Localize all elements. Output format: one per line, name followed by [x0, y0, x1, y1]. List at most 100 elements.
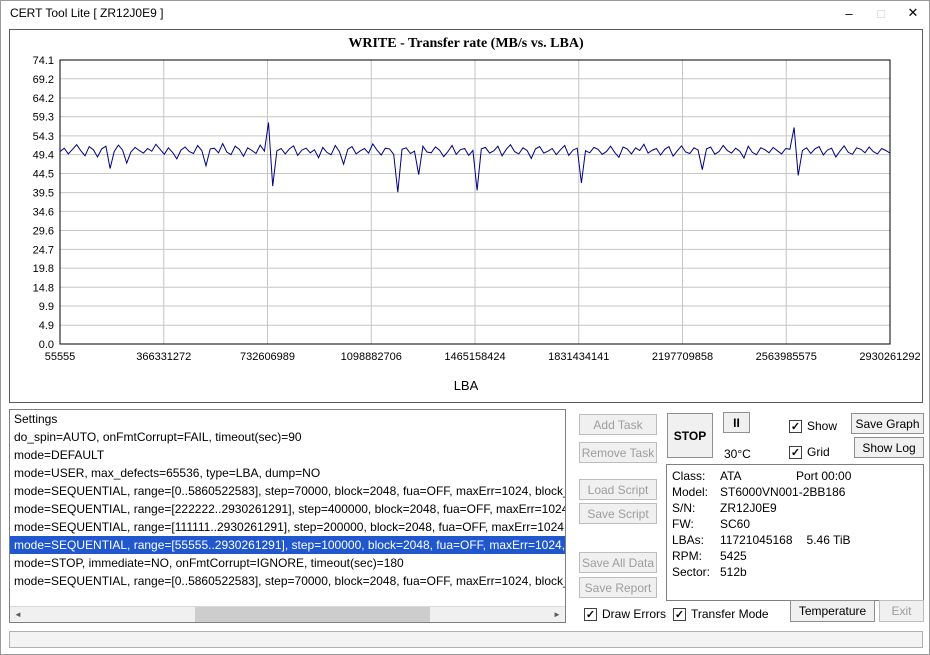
device-info-label: Class:: [672, 468, 720, 484]
device-info-row: Model: ST6000VN001-2BB186: [672, 484, 918, 500]
pause-button[interactable]: II: [723, 412, 750, 433]
remove-task-button[interactable]: Remove Task: [579, 442, 657, 463]
svg-text:0.0: 0.0: [39, 339, 54, 351]
device-info-row: LBAs: 11721045168 5.46 TiB: [672, 532, 918, 548]
minimize-icon[interactable]: –: [833, 1, 865, 25]
device-info-row: Class: ATA Port 00:00: [672, 468, 918, 484]
window-title: CERT Tool Lite [ ZR12J0E9 ]: [1, 6, 163, 20]
list-item[interactable]: mode=SEQUENTIAL, range=[111111..29302612…: [10, 518, 565, 536]
svg-text:64.2: 64.2: [33, 93, 54, 105]
temperature-readout: 30°C: [724, 447, 751, 461]
show-checkbox-label: Show: [807, 419, 837, 433]
chart-title: WRITE - Transfer rate (MB/s vs. LBA): [10, 30, 922, 56]
device-info-value: ATA: [720, 468, 782, 484]
save-report-button[interactable]: Save Report: [579, 577, 657, 598]
device-info-label: Sector:: [672, 564, 720, 580]
settings-list[interactable]: Settings do_spin=AUTO, onFmtCorrupt=FAIL…: [9, 409, 566, 623]
device-info-label: FW:: [672, 516, 720, 532]
grid-checkbox-label: Grid: [807, 445, 830, 459]
svg-text:29.6: 29.6: [33, 226, 54, 238]
device-info-panel: Class: ATA Port 00:00 Model: ST6000VN001…: [666, 464, 924, 601]
svg-text:34.6: 34.6: [33, 206, 54, 218]
device-info-label: LBAs:: [672, 532, 720, 548]
device-info-label: S/N:: [672, 500, 720, 516]
draw-errors-checkbox-label: Draw Errors: [602, 607, 666, 621]
transfer-mode-checkbox-label: Transfer Mode: [691, 607, 769, 621]
load-script-button[interactable]: Load Script: [579, 479, 657, 500]
device-info-value: 512b: [720, 564, 782, 580]
svg-text:59.3: 59.3: [33, 112, 54, 124]
scroll-left-icon[interactable]: ◄: [10, 607, 26, 622]
list-item[interactable]: mode=SEQUENTIAL, range=[0..5860522583], …: [10, 482, 565, 500]
device-info-row: S/N: ZR12J0E9: [672, 500, 918, 516]
list-item[interactable]: mode=SEQUENTIAL, range=[222222..29302612…: [10, 500, 565, 518]
svg-text:74.1: 74.1: [33, 56, 54, 67]
svg-text:2930261292: 2930261292: [859, 351, 920, 363]
svg-text:55555: 55555: [45, 351, 76, 363]
maximize-icon[interactable]: □: [865, 1, 897, 25]
scroll-right-icon[interactable]: ►: [549, 607, 565, 622]
temperature-button[interactable]: Temperature: [790, 600, 875, 622]
add-task-button[interactable]: Add Task: [579, 414, 657, 435]
device-info-extra: 5.46 TiB: [807, 532, 851, 548]
save-all-data-button[interactable]: Save All Data: [579, 552, 657, 573]
list-item[interactable]: mode=STOP, immediate=NO, onFmtCorrupt=IG…: [10, 554, 565, 572]
exit-button[interactable]: Exit: [879, 600, 924, 622]
list-item[interactable]: do_spin=AUTO, onFmtCorrupt=FAIL, timeout…: [10, 428, 565, 446]
show-log-button[interactable]: Show Log: [854, 437, 924, 458]
device-info-extra: Port 00:00: [796, 468, 851, 484]
device-info-value: SC60: [720, 516, 782, 532]
device-info-row: Sector: 512b: [672, 564, 918, 580]
svg-text:24.7: 24.7: [33, 244, 54, 256]
title-bar: CERT Tool Lite [ ZR12J0E9 ] – □ ✕: [1, 1, 929, 25]
chart-x-axis-label: LBA: [10, 378, 922, 396]
svg-text:366331272: 366331272: [136, 351, 191, 363]
transfer-rate-plot: 0.0 4.9 9.9 14.8 19.8 24.7 29.6 34.6 39.5 44.5 49.…: [10, 56, 922, 378]
save-graph-button[interactable]: Save Graph: [851, 413, 924, 434]
save-script-button[interactable]: Save Script: [579, 503, 657, 524]
svg-text:19.8: 19.8: [33, 263, 54, 275]
device-info-row: RPM: 5425: [672, 548, 918, 564]
svg-text:4.9: 4.9: [39, 320, 54, 332]
grid-checkbox-box[interactable]: ✓: [789, 446, 802, 459]
settings-list-header: Settings: [10, 410, 565, 428]
device-info-label: RPM:: [672, 548, 720, 564]
transfer-rate-chart-panel: WRITE - Transfer rate (MB/s vs. LBA) 0.0…: [9, 29, 923, 403]
svg-text:2197709858: 2197709858: [652, 351, 713, 363]
progress-bar: [9, 631, 923, 648]
device-info-value: ST6000VN001-2BB186: [720, 484, 845, 500]
svg-text:54.3: 54.3: [33, 131, 54, 143]
transfer-mode-checkbox-box[interactable]: ✓: [673, 608, 686, 621]
device-info-value: 11721045168: [720, 532, 793, 548]
list-item-selected[interactable]: mode=SEQUENTIAL, range=[55555..293026129…: [10, 536, 565, 554]
svg-text:49.4: 49.4: [33, 150, 54, 162]
svg-text:9.9: 9.9: [39, 301, 54, 313]
svg-text:14.8: 14.8: [33, 282, 54, 294]
close-icon[interactable]: ✕: [897, 1, 929, 25]
svg-text:1465158424: 1465158424: [444, 351, 505, 363]
draw-errors-checkbox[interactable]: ✓ Draw Errors: [584, 607, 666, 621]
draw-errors-checkbox-box[interactable]: ✓: [584, 608, 597, 621]
device-info-row: FW: SC60: [672, 516, 918, 532]
show-checkbox[interactable]: ✓ Show: [789, 419, 837, 433]
svg-text:1098882706: 1098882706: [341, 351, 402, 363]
scrollbar-thumb[interactable]: [195, 607, 430, 622]
horizontal-scrollbar[interactable]: ◄ ►: [10, 606, 565, 622]
stop-button[interactable]: STOP: [667, 413, 713, 458]
svg-text:69.2: 69.2: [33, 74, 54, 86]
svg-text:732606989: 732606989: [240, 351, 295, 363]
transfer-mode-checkbox[interactable]: ✓ Transfer Mode: [673, 607, 769, 621]
svg-text:2563985575: 2563985575: [756, 351, 817, 363]
device-info-value: 5425: [720, 548, 782, 564]
grid-checkbox[interactable]: ✓ Grid: [789, 445, 830, 459]
list-item[interactable]: mode=DEFAULT: [10, 446, 565, 464]
device-info-value: ZR12J0E9: [720, 500, 782, 516]
svg-text:39.5: 39.5: [33, 188, 54, 200]
app-window: CERT Tool Lite [ ZR12J0E9 ] – □ ✕ WRITE …: [0, 0, 930, 655]
svg-text:1831434141: 1831434141: [548, 351, 609, 363]
show-checkbox-box[interactable]: ✓: [789, 420, 802, 433]
device-info-label: Model:: [672, 484, 720, 500]
list-item[interactable]: mode=SEQUENTIAL, range=[0..5860522583], …: [10, 572, 565, 590]
svg-text:44.5: 44.5: [33, 168, 54, 180]
list-item[interactable]: mode=USER, max_defects=65536, type=LBA, …: [10, 464, 565, 482]
